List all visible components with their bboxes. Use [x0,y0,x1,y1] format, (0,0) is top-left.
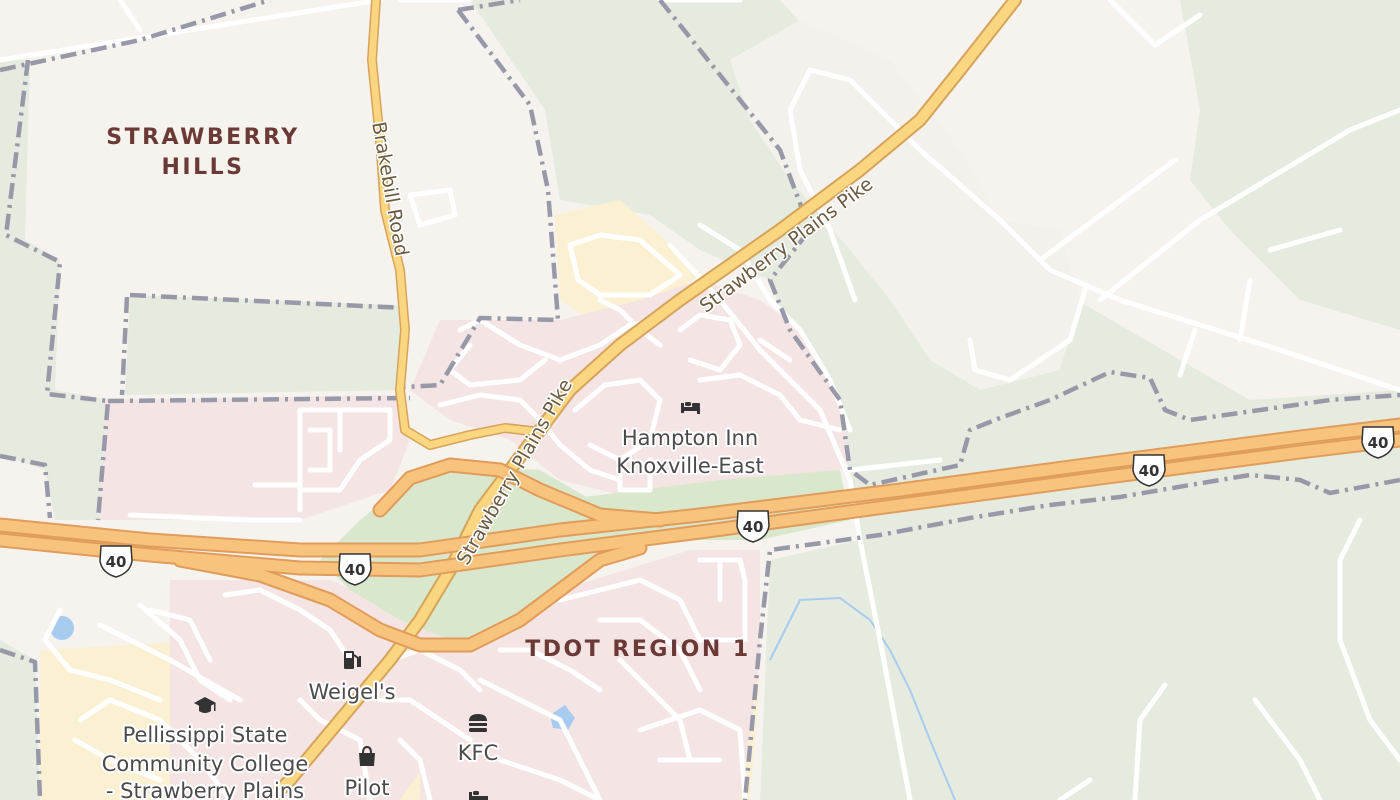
poi-label-pellissippi-line1: Pellissippi State [123,723,288,747]
map-view[interactable]: STRAWBERRY HILLS TDOT REGION 1 Brakebill… [0,0,1400,800]
shield-number: 40 [743,518,764,536]
shield-number: 40 [1139,462,1160,480]
burger-icon [469,714,487,732]
poi-label-weigels: Weigel's [308,680,395,704]
shield-number: 40 [1368,434,1389,452]
area-label-strawberry-hills-line2: HILLS [162,155,245,180]
area-label-tdot-region-1: TDOT REGION 1 [525,637,750,662]
poi-label-pilot: Pilot [345,776,390,800]
shield-number: 40 [345,561,366,579]
poi-label-pellissippi-line3: - Strawberry Plains [106,779,304,800]
map-canvas[interactable]: STRAWBERRY HILLS TDOT REGION 1 Brakebill… [0,0,1400,800]
poi-label-kfc: KFC [458,741,499,765]
poi-label-hampton-inn-line1: Hampton Inn [622,426,758,450]
poi-label-hampton-inn-line2: Knoxville-East [616,454,763,478]
shield-number: 40 [106,553,127,571]
poi-label-pellissippi-line2: Community College [102,752,309,776]
area-label-strawberry-hills-line1: STRAWBERRY [106,125,300,150]
